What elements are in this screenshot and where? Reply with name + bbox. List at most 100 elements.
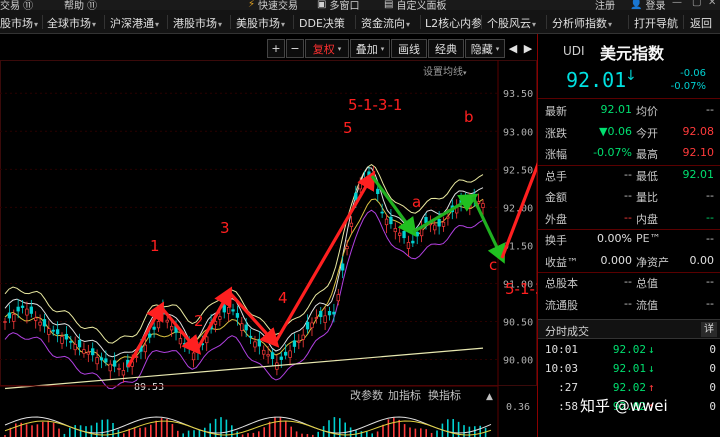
nav-dde[interactable]: DDE决策 — [299, 15, 345, 31]
candle-body — [16, 306, 20, 312]
panel-icon: ▤ — [384, 0, 394, 10]
nav-hk-market[interactable]: 港股市场▾ — [173, 15, 222, 31]
candle-body — [121, 370, 126, 376]
candle-body — [95, 357, 99, 365]
tick-time: :27 — [558, 381, 578, 394]
tick-row: 10:01 92.02 ↓ 0 — [538, 341, 720, 359]
candle-body — [112, 360, 117, 367]
nav-us-market[interactable]: 美股市场▾ — [236, 15, 285, 31]
tick-price: 92.02 — [612, 381, 646, 394]
quote-label: 总股本 — [545, 277, 578, 290]
quote-label: 今开 — [636, 126, 658, 140]
candle-body — [34, 317, 38, 321]
chevron-down-icon: ▾ — [34, 20, 39, 29]
quote-value: -- — [706, 103, 714, 116]
details-button[interactable]: 详 — [701, 322, 717, 337]
wave-label-5: 5 — [343, 119, 353, 137]
nav-stock-market[interactable]: 股市场▾ — [0, 15, 38, 31]
candle-body — [42, 319, 47, 327]
candle-body — [82, 349, 86, 354]
candle-body — [481, 203, 485, 208]
menu-trade[interactable]: 交易 ⑪ — [0, 0, 33, 10]
maximize-button[interactable]: ▢ — [692, 0, 701, 8]
candle-body — [99, 357, 104, 361]
candle-body — [279, 356, 283, 360]
login-link[interactable]: 👤 登录 — [630, 0, 665, 10]
register-link[interactable]: 注册 — [595, 0, 615, 10]
quote-row: 外盘 -- 内盘 -- — [538, 209, 720, 228]
quote-row: 最新 92.01 均价 -- — [538, 101, 720, 120]
next-arrow-icon[interactable]: ▶ — [521, 39, 535, 58]
chevron-down-icon: ▾ — [608, 20, 613, 29]
zoom-out-button[interactable]: − — [286, 39, 304, 58]
candle-body — [319, 310, 323, 318]
tick-volume: 0 — [709, 362, 716, 375]
nav-l2-core[interactable]: L2核心内参 — [425, 15, 482, 31]
candle-body — [441, 221, 446, 227]
candle-body — [402, 231, 406, 239]
quote-row: 涨跌 ▼0.06 今开 92.08 — [538, 123, 720, 142]
user-icon: 👤 — [630, 0, 643, 10]
quote-value: 92.01 — [682, 167, 715, 181]
candle-body — [398, 232, 402, 236]
kline-chart[interactable]: 93.50 93.00 92.50 92.00 91.50 91.00 90.50 90.00… — [0, 60, 537, 437]
nav-fund-flow[interactable]: 资金流向▾ — [361, 15, 410, 31]
quick-trade-button[interactable]: ⚡ 快速交易 — [248, 0, 298, 10]
ticks-header: 分时成交 详 — [538, 319, 720, 339]
y-tick-label: 93.50 — [503, 89, 533, 100]
overlay-dropdown[interactable]: 叠加 ▾ — [350, 39, 390, 58]
dea-line — [4, 420, 492, 436]
candle-body — [332, 311, 336, 315]
quote-value: -- — [706, 189, 714, 202]
quote-row: 流通股 -- 流值 -- — [538, 295, 720, 314]
add-indicator-link[interactable]: 加指标 — [388, 388, 421, 402]
tick-price: 92.01 — [612, 362, 646, 375]
symbol-code: UDI — [563, 44, 585, 58]
wave-label-b: b — [464, 108, 474, 126]
quote-value: -- — [624, 275, 632, 288]
quote-value: 92.08 — [682, 124, 715, 138]
candle-body — [446, 216, 450, 219]
nav-back[interactable]: 返回 — [690, 15, 712, 31]
candle-body — [270, 352, 275, 359]
candle-body — [205, 336, 209, 344]
title-bar: 交易 ⑪ 帮助 ⑪ ⚡ 快速交易 ▣ 多窗口 ▤ 自定义面板 注册 👤 登录 — ▢ ✕ — [0, 0, 720, 10]
edit-params-link[interactable]: 改参数 — [350, 388, 383, 402]
quote-label: 外盘 — [545, 212, 567, 226]
nav-analyst-index[interactable]: 分析师指数▾ — [552, 15, 612, 31]
chevron-up-icon: ▲ — [486, 392, 493, 402]
candle-body — [222, 305, 226, 313]
candle-body — [29, 306, 33, 314]
nav-open-navigation[interactable]: 打开导航 — [634, 15, 678, 31]
quote-label: 涨幅 — [545, 148, 567, 161]
quote-label: 换手 — [545, 234, 567, 247]
nav-global-market[interactable]: 全球市场▾ — [47, 15, 96, 31]
candle-body — [433, 224, 437, 231]
multi-window-button[interactable]: ▣ 多窗口 — [317, 0, 359, 10]
switch-indicator-link[interactable]: 换指标 — [428, 388, 461, 402]
zoom-in-button[interactable]: + — [267, 39, 285, 58]
prev-arrow-icon[interactable]: ◀ — [506, 39, 520, 58]
minimize-button[interactable]: — — [672, 0, 682, 8]
nav-stock-news[interactable]: 个股风云▾ — [487, 15, 536, 31]
close-button[interactable]: ✕ — [708, 0, 716, 8]
price-change: -0.06 -0.07% — [671, 67, 706, 93]
menu-help[interactable]: 帮助 ⑪ — [64, 0, 97, 10]
draw-line-button[interactable]: 画线 — [391, 39, 427, 58]
candle-body — [91, 348, 95, 356]
fuquan-dropdown[interactable]: 复权 ▾ — [305, 39, 349, 58]
quote-label: 金额 — [545, 191, 567, 204]
candle-body — [305, 321, 310, 330]
candle-body — [25, 308, 29, 316]
down-arrow-icon: ↓ — [625, 68, 637, 84]
candle-body — [38, 321, 42, 326]
classic-button[interactable]: 经典 — [428, 39, 464, 58]
hide-dropdown[interactable]: 隐藏 ▾ — [465, 39, 505, 58]
nav-hk-connect[interactable]: 沪深港通▾ — [110, 15, 159, 31]
candle-body — [218, 316, 222, 320]
y-tick-label: 90.00 — [503, 356, 533, 367]
candle-body — [148, 333, 152, 338]
quote-value: 0.00% — [597, 232, 632, 245]
quote-label: 最新 — [545, 105, 567, 118]
custom-panel-button[interactable]: ▤ 自定义面板 — [384, 0, 446, 10]
